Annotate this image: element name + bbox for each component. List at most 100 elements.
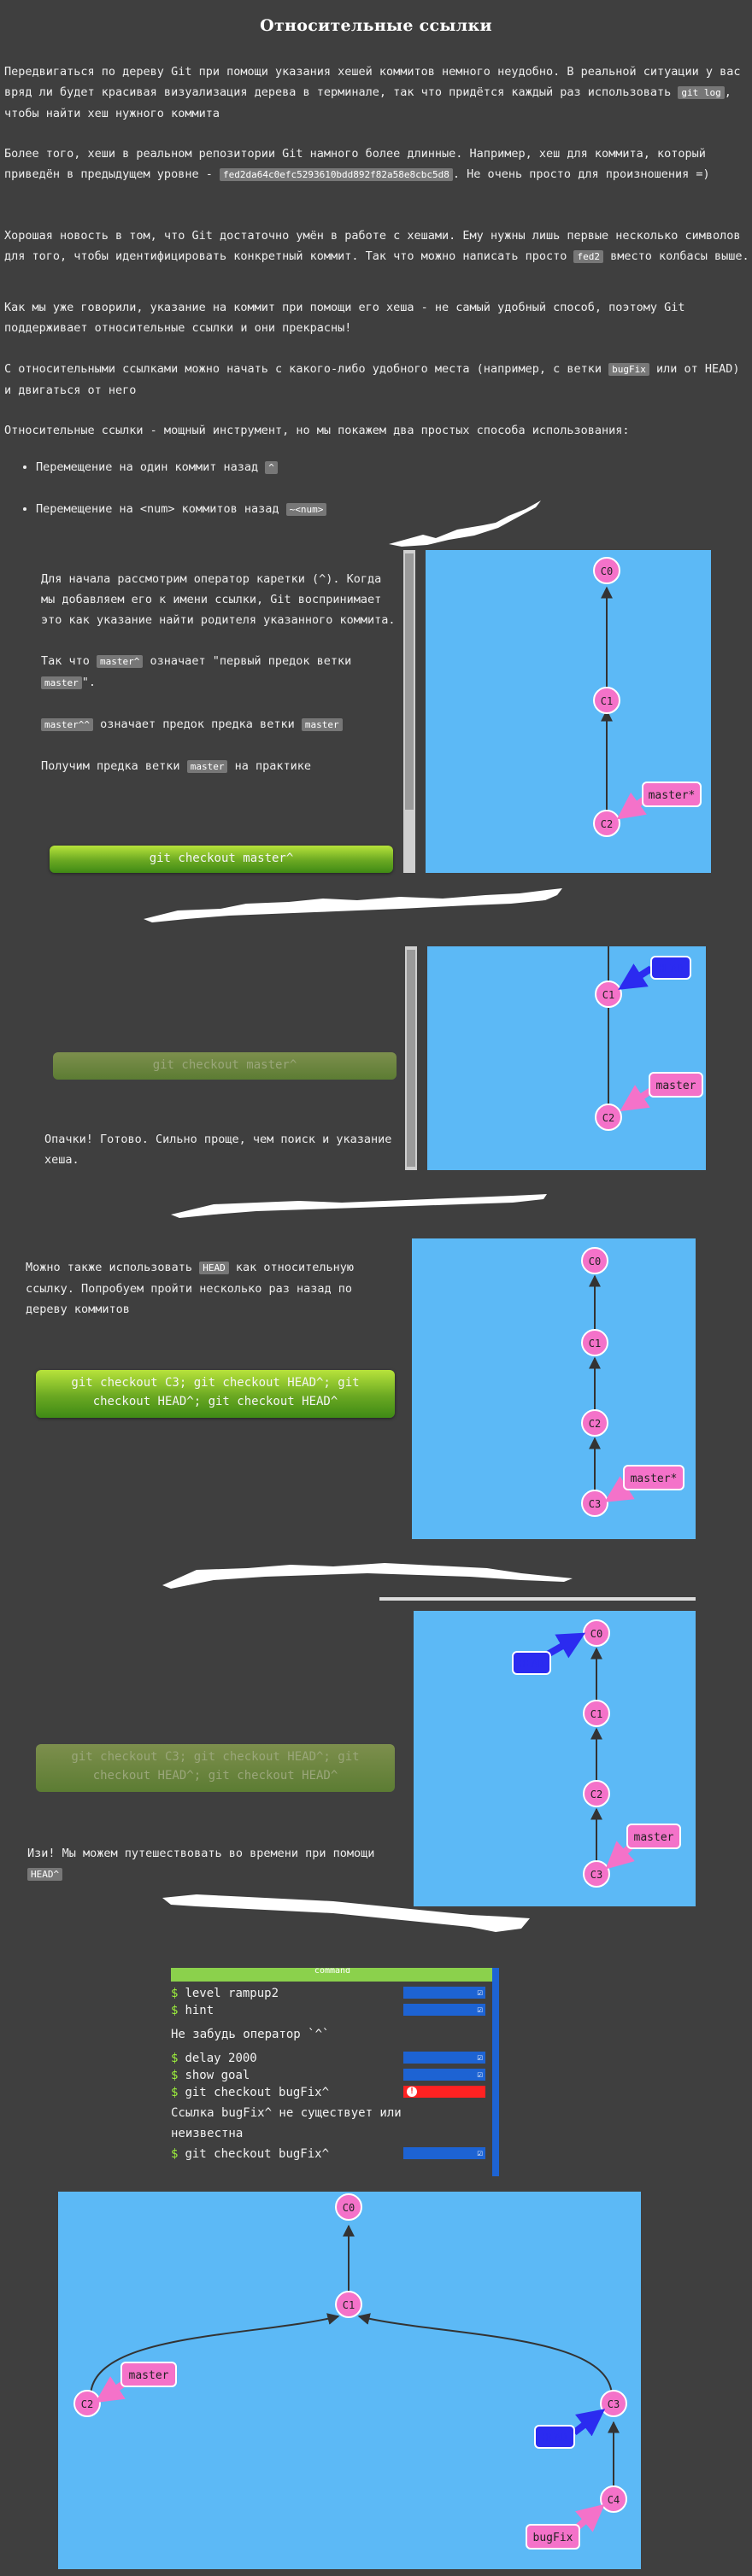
branch-label-master: master* bbox=[623, 1465, 684, 1490]
head-pointer-arrow bbox=[618, 963, 654, 990]
commit-node: C0 bbox=[335, 2193, 362, 2221]
commit-node: C3 bbox=[600, 2390, 627, 2417]
commit-node: C3 bbox=[583, 1860, 610, 1888]
paper-tear-divider bbox=[389, 501, 541, 547]
svg-text:C2: C2 bbox=[590, 1789, 602, 1800]
demo1-git-tree: C0 C1 C2 master* bbox=[426, 550, 711, 873]
intro-paragraph-5: С относительными ссылками можно начать с… bbox=[4, 362, 740, 397]
code-git-log: git log bbox=[678, 86, 725, 99]
svg-text:master: master bbox=[656, 1080, 696, 1092]
head-label: HEAD bbox=[512, 1651, 551, 1675]
head-label: HEAD bbox=[650, 956, 691, 980]
svg-text:C0: C0 bbox=[601, 565, 613, 577]
demo4-git-tree: C0 C1 C2 C3 HEAD master bbox=[414, 1611, 696, 1906]
demo4-run-button[interactable]: git checkout C3; git checkout HEAD^; git… bbox=[36, 1744, 395, 1792]
intro-paragraph-3: Хорошая новость в том, что Git достаточн… bbox=[4, 229, 749, 263]
commit-node: C1 bbox=[335, 2291, 362, 2318]
commit-node: C0 bbox=[583, 1619, 610, 1647]
paper-tear-divider bbox=[171, 1194, 547, 1218]
svg-text:C2: C2 bbox=[81, 2398, 93, 2410]
commit-node: C2 bbox=[595, 1104, 622, 1131]
svg-text:HEAD: HEAD bbox=[543, 2432, 567, 2444]
terminal-success-bar: ☑ bbox=[403, 1987, 485, 1999]
usage-list: Перемещение на один коммит назад ^ Перем… bbox=[21, 457, 327, 541]
commit-node: C1 bbox=[595, 981, 622, 1008]
intro-paragraph-2: Более того, хеши в реальном репозитории … bbox=[4, 147, 710, 181]
commit-node: C4 bbox=[600, 2485, 627, 2513]
check-icon: ☑ bbox=[477, 2004, 483, 2015]
check-icon: ☑ bbox=[477, 2147, 483, 2158]
demo2-git-tree: C1 C2 HEAD master bbox=[427, 946, 706, 1170]
demo2-scrollbar-thumb[interactable] bbox=[407, 950, 415, 1167]
branch-label-master: master* bbox=[642, 782, 702, 807]
branch-label-bugfix: bugFix bbox=[526, 2524, 580, 2550]
head-pointer-arrow bbox=[572, 2409, 606, 2437]
terminal-output: Не забудь оператор `^` bbox=[171, 2028, 330, 2041]
terminal-panel: command $ level rampup2 ☑ $ hint ☑ Не забу… bbox=[171, 1963, 499, 2176]
demo2-run-button[interactable]: git checkout master^ bbox=[53, 1052, 397, 1080]
terminal-success-bar: ☑ bbox=[403, 2004, 485, 2016]
svg-text:C4: C4 bbox=[608, 2494, 620, 2506]
svg-text:C0: C0 bbox=[343, 2202, 355, 2214]
demo2-explanation: Опачки! Готово. Сильно проще, чем поиск … bbox=[44, 1133, 392, 1167]
terminal-success-bar: ☑ bbox=[403, 2052, 485, 2064]
demo1-explanation: Для начала рассмотрим оператор каретки (… bbox=[41, 572, 396, 773]
code-bugfix: bugFix bbox=[608, 363, 649, 376]
svg-text:master: master bbox=[634, 1831, 674, 1844]
terminal-error-bar: ! bbox=[403, 2086, 485, 2098]
terminal-command: $ git checkout bugFix^ bbox=[171, 2147, 330, 2161]
page-title: Относительные ссылки bbox=[260, 16, 492, 35]
svg-text:bugFix: bugFix bbox=[533, 2532, 573, 2544]
paper-tear-divider bbox=[162, 1894, 530, 1932]
branch-label-master: master bbox=[120, 2362, 177, 2387]
svg-text:HEAD: HEAD bbox=[520, 1658, 544, 1670]
paper-tear-divider bbox=[144, 888, 562, 922]
commit-node: C0 bbox=[593, 557, 620, 584]
svg-text:C1: C1 bbox=[601, 695, 613, 707]
code-fed2: fed2 bbox=[573, 250, 603, 263]
svg-text:C1: C1 bbox=[602, 989, 614, 1001]
code-hash: fed2da64c0efc5293610bdd892f82a58e8cbc5d8 bbox=[219, 168, 453, 181]
svg-text:C0: C0 bbox=[589, 1256, 601, 1268]
demo3-git-tree: C0 C1 C2 C3 master* bbox=[412, 1238, 696, 1539]
svg-text:C2: C2 bbox=[589, 1418, 601, 1430]
svg-text:C1: C1 bbox=[589, 1338, 601, 1349]
demo1-scrollbar-thumb[interactable] bbox=[405, 553, 414, 810]
intro-paragraph-6: Относительные ссылки - мощный инструмент… bbox=[4, 424, 630, 437]
svg-text:C3: C3 bbox=[590, 1869, 602, 1881]
check-icon: ☑ bbox=[477, 2052, 483, 2063]
commit-node: C1 bbox=[593, 687, 620, 714]
svg-text:master: master bbox=[129, 2369, 169, 2382]
svg-text:C2: C2 bbox=[601, 818, 613, 830]
demo1-run-button[interactable]: git checkout master^ bbox=[50, 846, 393, 873]
svg-text:master*: master* bbox=[631, 1472, 678, 1485]
terminal-success-bar: ☑ bbox=[403, 2069, 485, 2081]
svg-text:C1: C1 bbox=[590, 1708, 602, 1720]
svg-text:C0: C0 bbox=[590, 1628, 602, 1640]
svg-text:HEAD: HEAD bbox=[659, 963, 684, 975]
paper-tear-divider bbox=[162, 1563, 573, 1589]
commit-node: C1 bbox=[583, 1700, 610, 1727]
list-item: Перемещение на <num> коммитов назад ~<nu… bbox=[36, 499, 327, 520]
terminal-command: $ hint bbox=[171, 2004, 214, 2017]
commit-node: C2 bbox=[593, 810, 620, 837]
error-icon: ! bbox=[407, 2087, 417, 2097]
commit-edge bbox=[357, 2313, 613, 2397]
commit-node: C3 bbox=[581, 1490, 608, 1517]
terminal-success-bar: ☑ bbox=[403, 2147, 485, 2159]
demo3-run-button[interactable]: git checkout C3; git checkout HEAD^; git… bbox=[36, 1370, 395, 1418]
check-icon: ☑ bbox=[477, 1987, 483, 1998]
terminal-command: $ git checkout bugFix^ bbox=[171, 2086, 330, 2099]
intro-paragraph-1: Передвигаться по дереву Git при помощи у… bbox=[4, 65, 741, 120]
terminal-scrollbar[interactable] bbox=[492, 1968, 499, 2176]
commit-node: C1 bbox=[581, 1329, 608, 1356]
svg-text:C3: C3 bbox=[589, 1498, 601, 1510]
terminal-header: command bbox=[171, 1968, 494, 1982]
svg-text:C3: C3 bbox=[608, 2398, 620, 2410]
demo3-explanation: Можно также использовать HEAD как относи… bbox=[26, 1261, 355, 1316]
head-label: HEAD bbox=[534, 2425, 575, 2449]
branch-label-master: master bbox=[626, 1824, 681, 1849]
commit-node: C0 bbox=[581, 1247, 608, 1274]
check-icon: ☑ bbox=[477, 2069, 483, 2080]
commit-node: C2 bbox=[73, 2390, 101, 2417]
